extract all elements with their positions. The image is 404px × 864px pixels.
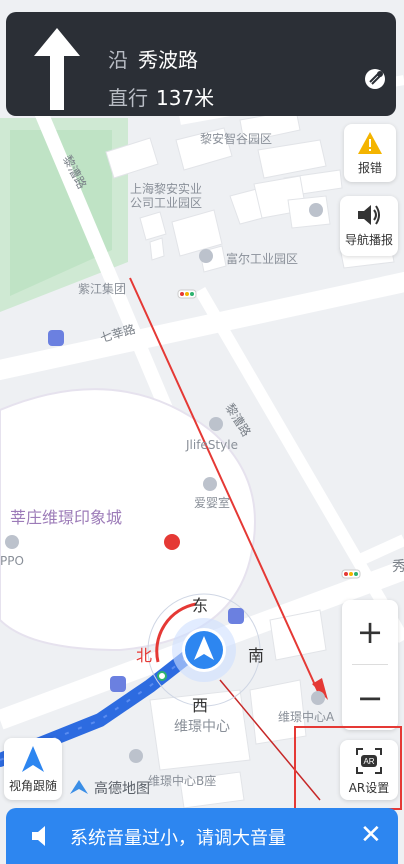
navigation-instruction-card: 沿秀波路 直行 137米	[6, 12, 396, 116]
map-label-amap: 高德地图	[94, 781, 150, 797]
map-label-industrial-park: 黎安智谷园区	[200, 132, 273, 146]
annotation-highlight-box	[294, 726, 402, 810]
map-label-center-b: 维璟中心B座	[148, 774, 217, 788]
map-label-center: 维璟中心	[174, 719, 230, 735]
compass-east: 东	[192, 596, 209, 615]
zoom-out-button[interactable]: −	[342, 666, 398, 730]
zoom-in-button[interactable]: +	[342, 600, 398, 664]
map-label-jlifestyle: JlifeStyle	[186, 438, 238, 452]
navigation-broadcast-label: 导航播报	[344, 233, 393, 247]
view-follow-label: 视角跟随	[8, 779, 57, 793]
compass-west: 西	[192, 696, 209, 715]
map-label-oppo: PPO	[0, 554, 24, 568]
nav-distance-line: 直行 137米	[108, 82, 214, 111]
zoom-control: + −	[342, 600, 398, 730]
map-label-aiyingshi: 爱婴室	[194, 496, 231, 510]
amap-logo-icon	[70, 780, 88, 796]
straight-arrow-icon	[34, 28, 80, 110]
speaker-icon	[340, 204, 398, 229]
speaker-icon-small	[30, 824, 56, 848]
nav-distance: 137米	[156, 86, 215, 110]
volume-warning-bar: 系统音量过小，请调大音量 ✕	[6, 808, 398, 864]
gps-signal-icon	[362, 66, 388, 92]
navigation-broadcast-button[interactable]: 导航播报	[340, 196, 398, 256]
view-follow-button[interactable]: 视角跟随	[4, 738, 62, 800]
map-label-center-a: 维璟中心A	[278, 710, 335, 724]
nav-road-name: 秀波路	[138, 48, 198, 72]
compass-south: 南	[248, 646, 265, 665]
map-label-fuer-park: 富尔工业园区	[226, 252, 299, 266]
compass-north: 北	[136, 646, 153, 665]
report-error-button[interactable]: 报错	[344, 124, 396, 182]
nav-road-prefix: 沿	[108, 48, 128, 72]
map-label-mall: 莘庄维璟印象城	[10, 508, 123, 527]
report-error-label: 报错	[357, 161, 382, 175]
nav-road-line: 沿秀波路	[108, 44, 198, 73]
volume-warning-message: 系统音量过小，请调大音量	[70, 828, 286, 849]
nav-distance-prefix: 直行	[108, 86, 148, 110]
compass-arrow-icon	[4, 746, 62, 775]
location-marker[interactable]	[186, 632, 222, 668]
zoom-divider	[352, 664, 388, 665]
warning-icon	[344, 132, 396, 157]
map-label-right-edge: 秀	[392, 559, 404, 575]
close-warning-button[interactable]: ✕	[360, 820, 382, 850]
map-label-company-line2: 公司工业园区	[130, 196, 203, 210]
map-label-zijiang: 紫江集团	[78, 282, 127, 296]
